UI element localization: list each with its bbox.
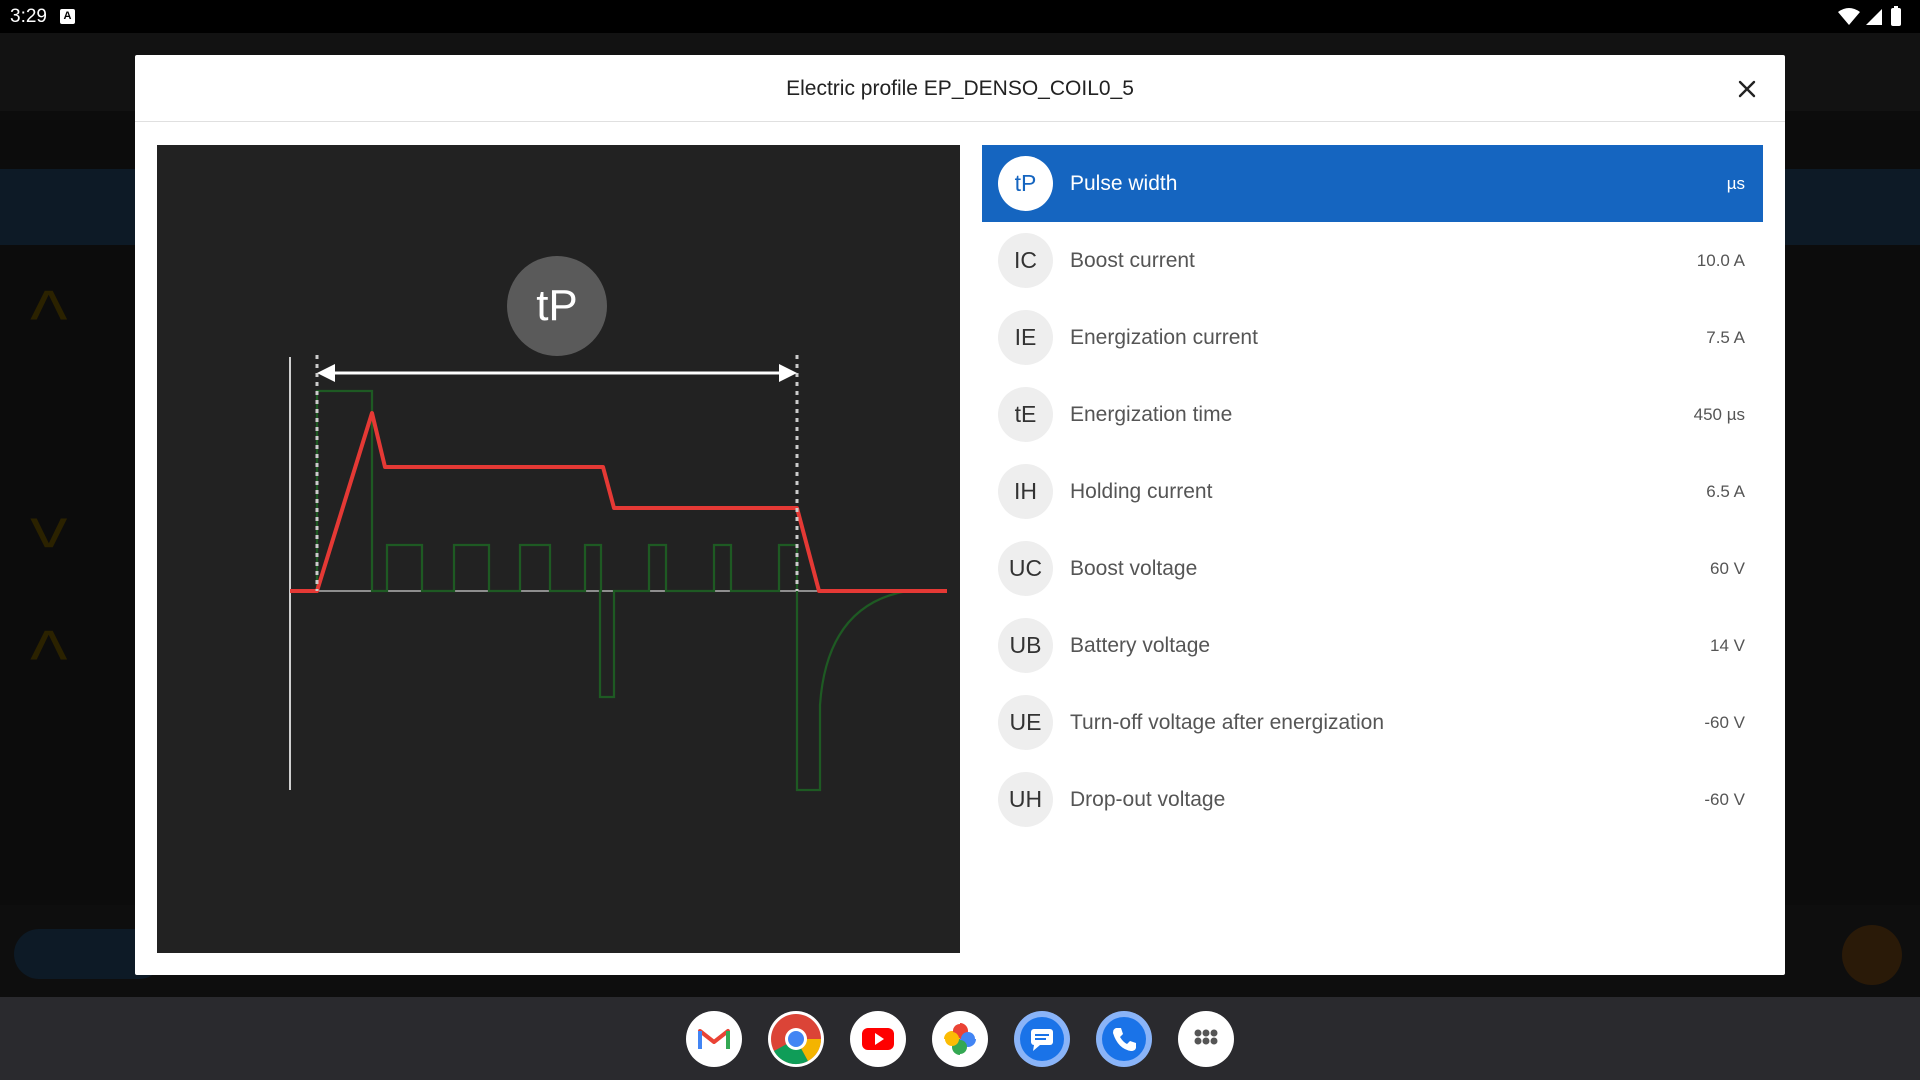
param-label: Pulse width [1070, 172, 1178, 195]
param-badge: tE [998, 387, 1053, 442]
param-badge: IH [998, 464, 1053, 519]
chevron-up-icon: ^ [30, 274, 68, 363]
waveform-svg [289, 256, 947, 792]
param-label: Holding current [1070, 480, 1213, 503]
parameter-list: tP Pulse width µs IC Boost current 10.0 … [982, 145, 1763, 838]
param-badge: IC [998, 233, 1053, 288]
param-row-drop-out-voltage[interactable]: UH Drop-out voltage -60 V [982, 761, 1763, 838]
param-row-holding-current[interactable]: IH Holding current 6.5 A [982, 453, 1763, 530]
status-bar: 3:29 A [0, 0, 1920, 33]
chevron-up-icon: ^ [30, 614, 68, 703]
param-label: Drop-out voltage [1070, 788, 1226, 811]
param-value: 14 V [1710, 636, 1745, 655]
param-row-boost-voltage[interactable]: UC Boost voltage 60 V [982, 530, 1763, 607]
waveform-diagram: tP [157, 145, 960, 953]
app-drawer-icon[interactable] [1178, 1011, 1234, 1067]
background-fab [1842, 925, 1902, 985]
param-row-boost-current[interactable]: IC Boost current 10.0 A [982, 222, 1763, 299]
photos-icon[interactable] [932, 1011, 988, 1067]
param-badge: UB [998, 618, 1053, 673]
param-row-pulse-width[interactable]: tP Pulse width µs [982, 145, 1763, 222]
param-value: 6.5 A [1706, 482, 1745, 501]
param-row-energization-current[interactable]: IE Energization current 7.5 A [982, 299, 1763, 376]
app-dock [0, 997, 1920, 1080]
notification-icon: A [60, 9, 75, 24]
param-badge: UH [998, 772, 1053, 827]
param-value: µs [1726, 174, 1745, 193]
close-icon [1738, 80, 1756, 98]
messages-icon[interactable] [1014, 1011, 1070, 1067]
arrow-head-left [317, 364, 335, 382]
param-badge: UE [998, 695, 1053, 750]
param-badge: UC [998, 541, 1053, 596]
current-trace [290, 411, 947, 593]
param-value: -60 V [1704, 790, 1745, 809]
param-label: Turn-off voltage after energization [1070, 711, 1385, 734]
status-time: 3:29 [10, 6, 47, 27]
param-row-battery-voltage[interactable]: UB Battery voltage 14 V [982, 607, 1763, 684]
gmail-icon[interactable] [686, 1011, 742, 1067]
param-label: Boost current [1070, 249, 1195, 272]
param-badge: tP [998, 156, 1053, 211]
system-icons [1836, 6, 1908, 33]
arrow-head-right [779, 364, 797, 382]
param-value: 7.5 A [1706, 328, 1745, 347]
youtube-icon[interactable] [850, 1011, 906, 1067]
wifi-signal-battery-icon [1838, 6, 1901, 26]
close-button[interactable] [1729, 71, 1765, 107]
param-label: Energization time [1070, 403, 1233, 426]
param-badge: IE [998, 310, 1053, 365]
param-label: Battery voltage [1070, 634, 1211, 657]
param-value: -60 V [1704, 713, 1745, 732]
param-row-turn-off-voltage[interactable]: UE Turn-off voltage after energization -… [982, 684, 1763, 761]
chevron-down-icon: ^ [30, 475, 68, 564]
electric-profile-dialog: Electric profile EP_DENSO_COIL0_5 tP tP … [135, 55, 1785, 975]
phone-icon[interactable] [1096, 1011, 1152, 1067]
dialog-title: Electric profile EP_DENSO_COIL0_5 [786, 77, 1134, 100]
param-label: Energization current [1070, 326, 1258, 349]
param-value: 450 µs [1693, 405, 1745, 424]
param-value: 10.0 A [1696, 251, 1745, 270]
param-value: 60 V [1710, 559, 1745, 578]
param-label: Boost voltage [1070, 557, 1198, 580]
param-row-energization-time[interactable]: tE Energization time 450 µs [982, 376, 1763, 453]
dialog-header: Electric profile EP_DENSO_COIL0_5 [135, 55, 1785, 122]
pulse-width-marker-label: tP [536, 281, 578, 330]
chrome-icon[interactable] [768, 1011, 824, 1067]
